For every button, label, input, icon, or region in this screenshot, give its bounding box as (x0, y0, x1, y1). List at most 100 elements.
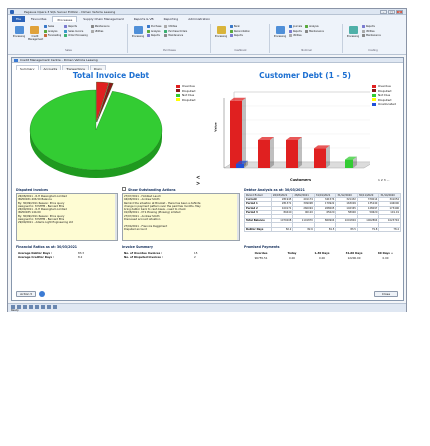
financial-ratios-title: Financial Ratios as at: 30/03/2021 (16, 245, 78, 249)
status-icon[interactable] (53, 305, 57, 309)
group-caption-purchases: Purchases (163, 49, 176, 52)
minimize-button[interactable]: – (380, 9, 387, 14)
purchase-processing-button[interactable]: Processing (131, 25, 145, 38)
promised-value: 0.00 (289, 256, 295, 260)
outstanding-line: Disputed account (124, 227, 147, 231)
tab-favourites[interactable]: Favourites (27, 16, 50, 22)
cashbook-icon (216, 26, 226, 34)
tab-administration[interactable]: Administration (184, 16, 214, 22)
legend-swatch (176, 84, 180, 88)
sales-utilities-button[interactable]: Utilities (90, 29, 110, 35)
quick-access-toolbar[interactable] (16, 10, 22, 14)
promised-header: Overdue (254, 251, 268, 255)
legend-label: Disputed (182, 97, 196, 102)
sales-small-col-1: Sales Analysis Forecasting (43, 25, 61, 39)
processing-icon (14, 26, 24, 34)
status-icon[interactable] (47, 305, 51, 309)
bar-chart-ylabel: Value (213, 122, 218, 132)
promised-value: 96755.51 (254, 256, 268, 260)
legend-label: Overdue (378, 84, 391, 89)
inner-title: Credit Management Centre - Dimen Vehicle… (20, 58, 98, 62)
reports-icon (229, 34, 233, 37)
tab-reports-vb[interactable]: Reports & VB (130, 16, 158, 22)
credit-management-label: Credit Management (27, 35, 44, 41)
bar-not-due (345, 159, 353, 168)
costing-maintenance-button[interactable]: Maintenance (361, 34, 381, 39)
legend-label: Overdue (182, 84, 195, 89)
purchase-reports-button[interactable]: Reports (146, 34, 161, 39)
action-button[interactable]: Action ▾ (16, 291, 36, 297)
status-icon[interactable] (29, 305, 33, 309)
outstanding-actions-list[interactable]: 27/07/2011 - Hobbled Lauch 04/08/2011 - A… (122, 193, 240, 241)
utilities-label: Utilities (168, 25, 178, 28)
reports-label: Reports (68, 25, 77, 28)
status-bar: Ready (8, 303, 406, 312)
nominal-processing-button[interactable]: Processing (273, 25, 287, 38)
table-cell: 82.6 (292, 226, 315, 232)
nominal-maintenance-button[interactable]: Maintenance (305, 29, 324, 35)
legend-item: Unallocated (372, 102, 396, 107)
utilities-icon (288, 34, 292, 37)
credit-management-button[interactable]: Credit Management (27, 25, 44, 41)
summary-row: No. of Disputed Invoices : 2 (124, 255, 234, 259)
sales-processing-button[interactable]: Processing (12, 25, 26, 38)
table-cell: 83.5 (335, 226, 358, 232)
cashbook-reports-button[interactable]: Reports (229, 34, 250, 39)
tab-file[interactable]: File (12, 16, 26, 22)
tab-reporting[interactable]: Reporting (160, 16, 183, 22)
group-caption-sales: Sales (65, 49, 72, 52)
maintenance-label: Maintenance (94, 25, 110, 28)
close-button[interactable]: Close (374, 291, 398, 297)
utilities-icon (90, 29, 94, 33)
status-icon[interactable] (23, 305, 27, 309)
reconciliation-icon (229, 29, 233, 33)
invoice-debt-panel: Total Invoice Debt Overdue Disputed Not … (16, 70, 206, 187)
ribbon: File Favourites Processes Supply Chain M… (8, 15, 406, 55)
help-icon[interactable] (39, 291, 45, 297)
purchases-small-col-2: Utilities Purchase Orders Maintenance (164, 25, 187, 39)
nominal-utilities-button[interactable]: Utilities (288, 34, 302, 39)
legend-swatch (176, 98, 180, 102)
maximize-button[interactable]: ▢ (388, 9, 395, 14)
maintenance-icon (90, 25, 94, 28)
analysis-icon (146, 29, 150, 33)
legend-swatch (372, 89, 376, 93)
tab-processes[interactable]: Processes (52, 16, 78, 22)
status-text: Ready (11, 309, 19, 312)
main-window: Pegasus Opera 3 SQL Server Edition - Dim… (7, 8, 407, 312)
order-processing-button[interactable]: Order Processing (64, 34, 88, 39)
pie-nav-arrows[interactable]: < > (196, 175, 206, 187)
maintenance-icon (164, 34, 168, 37)
app-icon (10, 10, 14, 14)
show-outstanding-checkbox[interactable] (122, 187, 126, 191)
status-icon[interactable] (35, 305, 39, 309)
disputed-invoices-list[interactable]: 26/08/2011 - R.H Passingham Limited INV00… (16, 193, 118, 241)
legend-swatch (372, 93, 376, 97)
purchase-maintenance-button[interactable]: Maintenance (164, 34, 187, 39)
bar-side (270, 137, 274, 168)
costing-processing-button[interactable]: Processing (346, 25, 360, 38)
scrollbar[interactable] (114, 194, 117, 240)
status-icon[interactable] (41, 305, 45, 309)
scrollbar[interactable] (236, 194, 239, 240)
utilities-icon (361, 29, 365, 33)
cashbook-small-col: Bank Reconciliation Reports (229, 25, 250, 39)
summary-label: No. of Disputed Invoices : (124, 255, 164, 259)
close-window-button[interactable]: × (396, 9, 403, 14)
group-sales: Processing Credit Management Sales Analy… (10, 24, 128, 53)
tab-supply-chain[interactable]: Supply Chain Management (79, 16, 127, 22)
purchases-small-col-1: Purchase Analysis Reports (146, 25, 161, 39)
legend-swatch (176, 89, 180, 93)
order-icon (64, 34, 68, 37)
cashbook-processing-button[interactable]: Processing (214, 25, 228, 38)
maintenance-label: Maintenance (168, 34, 184, 37)
promised-header: Today (287, 251, 297, 255)
forecasting-button[interactable]: Forecasting (43, 34, 61, 39)
bar-unallocated (236, 163, 244, 168)
group-caption-nominal: Nominal (301, 49, 312, 52)
reports-icon (64, 25, 68, 28)
credit-management-icon (30, 26, 40, 34)
legend-label: Disputed (182, 88, 196, 93)
customer-pager[interactable]: 1 2 3 ... (378, 178, 389, 182)
bank-label: Bank (233, 25, 240, 28)
